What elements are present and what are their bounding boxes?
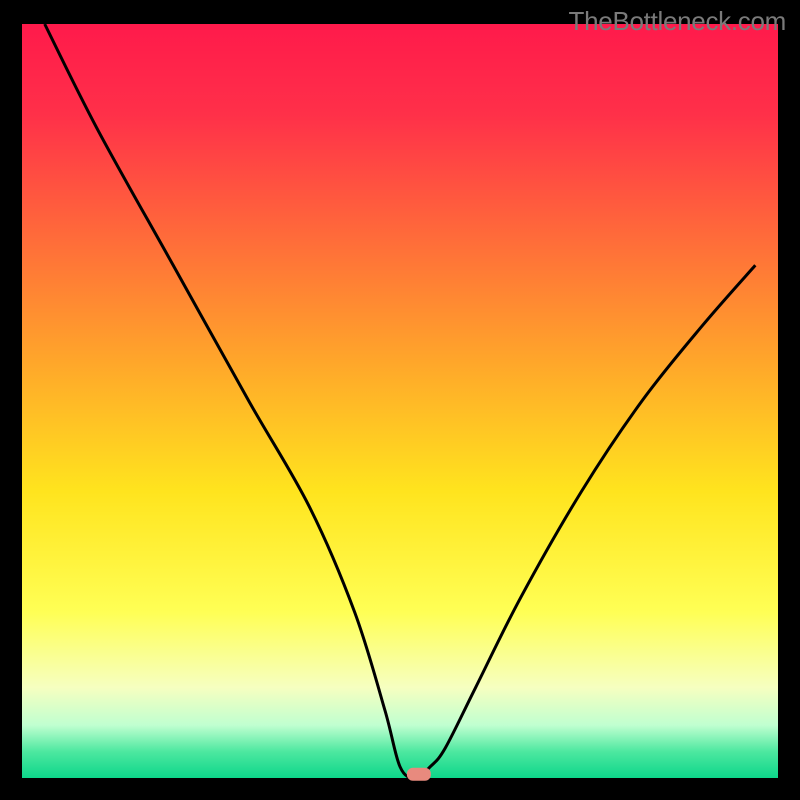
- bottleneck-chart: TheBottleneck.com: [0, 0, 800, 800]
- optimal-marker: [407, 768, 431, 781]
- watermark-text: TheBottleneck.com: [569, 6, 786, 37]
- chart-svg: [0, 0, 800, 800]
- plot-area: [22, 24, 778, 778]
